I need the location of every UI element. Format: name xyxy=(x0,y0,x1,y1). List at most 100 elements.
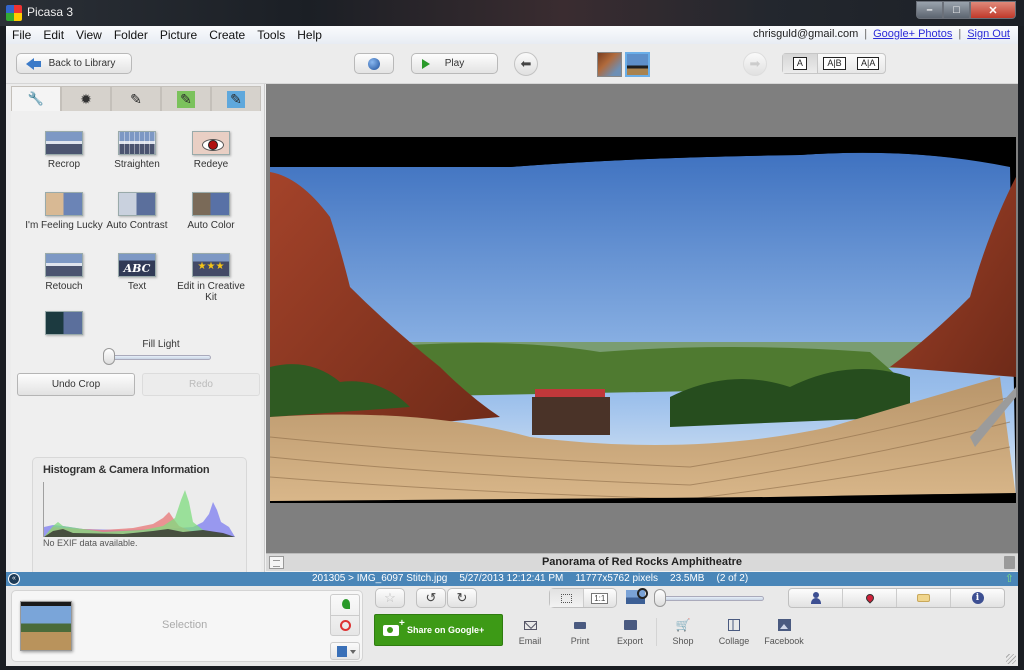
hold-pin-icon[interactable] xyxy=(342,599,350,609)
feeling-lucky-tool[interactable]: I'm Feeling Lucky xyxy=(24,192,104,231)
people-button[interactable] xyxy=(789,589,843,607)
menu-help[interactable]: Help xyxy=(291,28,328,42)
stage xyxy=(532,397,610,435)
info-icon: i xyxy=(971,592,984,604)
retouch-tool[interactable]: Retouch xyxy=(24,253,104,292)
properties-button[interactable]: i xyxy=(951,589,1004,607)
menu-create[interactable]: Create xyxy=(203,28,251,42)
email-button[interactable]: Email xyxy=(507,618,553,646)
star-icon: ☆ xyxy=(384,590,396,605)
clear-selection-icon[interactable] xyxy=(340,620,351,631)
photo-position: (2 of 2) xyxy=(716,573,749,584)
layout-before-after-label: A|A xyxy=(857,57,880,70)
facebook-button[interactable]: Facebook xyxy=(761,618,807,646)
auto-contrast-icon xyxy=(118,192,156,216)
star-button[interactable]: ☆ xyxy=(375,588,405,608)
auto-contrast-tool[interactable]: Auto Contrast xyxy=(97,192,177,231)
menu-tools[interactable]: Tools xyxy=(251,28,291,42)
undo-crop-button[interactable]: Undo Crop xyxy=(17,373,135,396)
tab-tuning[interactable]: ✹ xyxy=(61,86,111,111)
shop-label: Shop xyxy=(672,636,694,646)
menu-picture[interactable]: Picture xyxy=(154,28,203,42)
recrop-label: Recrop xyxy=(47,159,81,170)
filmstrip-thumb[interactable] xyxy=(597,52,622,77)
share-on-google-plus-button[interactable]: + Share on Google+ xyxy=(374,614,503,646)
creative-kit-icon: ★★★ xyxy=(192,253,230,277)
play-slideshow-button[interactable]: Play xyxy=(411,53,498,74)
next-photo-button[interactable]: ➡ xyxy=(743,52,767,76)
menu-view[interactable]: View xyxy=(70,28,108,42)
redo-button[interactable]: Redo xyxy=(142,373,260,396)
export-icon xyxy=(623,620,637,630)
places-button[interactable] xyxy=(843,589,897,607)
close-button[interactable]: ✕ xyxy=(970,1,1016,19)
zoom-slider-handle[interactable] xyxy=(654,589,666,607)
chevron-down-icon xyxy=(350,650,356,654)
auto-color-tool[interactable]: Auto Color xyxy=(171,192,251,231)
google-photos-link[interactable]: Google+ Photos xyxy=(873,28,952,40)
print-button[interactable]: Print xyxy=(557,618,603,646)
collage-label: Collage xyxy=(718,636,750,646)
geotag-globe-button[interactable] xyxy=(354,53,394,74)
selection-thumbnail[interactable] xyxy=(20,601,72,651)
recrop-icon xyxy=(45,131,83,155)
menu-folder[interactable]: Folder xyxy=(108,28,154,42)
arrow-left-icon: ⬅ xyxy=(520,56,532,71)
tab-effects-3[interactable]: ✎ xyxy=(211,86,261,111)
tab-basic-fixes[interactable]: 🔧 xyxy=(11,86,61,111)
collage-button[interactable]: Collage xyxy=(711,618,757,646)
shop-button[interactable]: 🛒 Shop xyxy=(660,618,706,646)
layout-before-after-button[interactable]: A|A xyxy=(851,54,885,73)
map-pin-icon xyxy=(863,592,876,604)
actual-size-button[interactable]: 1:1 xyxy=(584,589,617,607)
menu-file[interactable]: File xyxy=(6,28,37,42)
text-tool[interactable]: ABC Text xyxy=(97,253,177,292)
filmstrip-thumb-selected[interactable] xyxy=(625,52,650,77)
rotate-left-icon: ↺ xyxy=(425,590,437,605)
rotate-right-icon: ↻ xyxy=(456,590,468,605)
layout-compare-label: A|B xyxy=(823,57,846,70)
account-area: chrisguld@gmail.com | Google+ Photos | S… xyxy=(753,28,1010,40)
play-label: Play xyxy=(444,58,465,69)
layout-compare-button[interactable]: A|B xyxy=(818,54,852,73)
collage-icon xyxy=(728,619,740,631)
collapse-panel-icon[interactable]: « xyxy=(8,573,20,585)
back-to-library-button[interactable]: Back to Library xyxy=(16,53,132,74)
creative-kit-tool[interactable]: ★★★ Edit in Creative Kit xyxy=(171,253,251,303)
recrop-tool[interactable]: Recrop xyxy=(24,131,104,170)
straighten-tool[interactable]: Straighten xyxy=(97,131,177,170)
photo-caption[interactable]: Panorama of Red Rocks Amphitheatre xyxy=(266,556,1018,568)
export-button[interactable]: Export xyxy=(607,618,653,646)
redeye-tool[interactable]: Redeye xyxy=(171,131,251,170)
photo-filesize: 23.5MB xyxy=(670,573,705,584)
wrench-icon: 🔧 xyxy=(27,91,45,106)
fit-to-window-button[interactable] xyxy=(550,589,584,607)
rotate-right-button[interactable]: ↻ xyxy=(447,588,477,608)
maximize-button[interactable]: □ xyxy=(943,1,970,19)
panorama-photo[interactable] xyxy=(270,137,1016,503)
print-icon xyxy=(574,621,586,629)
resize-grip[interactable] xyxy=(1006,654,1016,664)
fill-light-slider[interactable] xyxy=(107,355,211,360)
tab-effects[interactable]: ✎ xyxy=(111,86,161,111)
minimize-button[interactable]: – xyxy=(916,1,943,19)
rotate-left-button[interactable]: ↺ xyxy=(416,588,446,608)
window-title: Picasa 3 xyxy=(27,5,74,19)
photo-dimensions: 11777x5762 pixels xyxy=(575,573,659,584)
upload-arrow-icon[interactable]: ⇧ xyxy=(1005,572,1014,585)
previous-photo-button[interactable]: ⬅ xyxy=(514,52,538,76)
tab-effects-2[interactable]: ✎ xyxy=(161,86,211,111)
trash-icon[interactable] xyxy=(1004,556,1015,569)
sign-out-link[interactable]: Sign Out xyxy=(967,28,1010,40)
tags-button[interactable] xyxy=(897,589,951,607)
zoom-slider[interactable] xyxy=(658,596,764,601)
menu-edit[interactable]: Edit xyxy=(37,28,70,42)
facebook-label: Facebook xyxy=(764,636,804,646)
top-toolbar: Back to Library Play ⬅ ➡ A A|B A|A xyxy=(6,44,1018,84)
fill-light-slider-handle[interactable] xyxy=(103,348,115,365)
layout-single-button[interactable]: A xyxy=(783,54,818,73)
account-email: chrisguld@gmail.com xyxy=(752,28,859,40)
separator: | xyxy=(864,28,868,40)
green-brush-icon: ✎ xyxy=(177,90,195,108)
add-to-album-button[interactable] xyxy=(330,642,360,660)
